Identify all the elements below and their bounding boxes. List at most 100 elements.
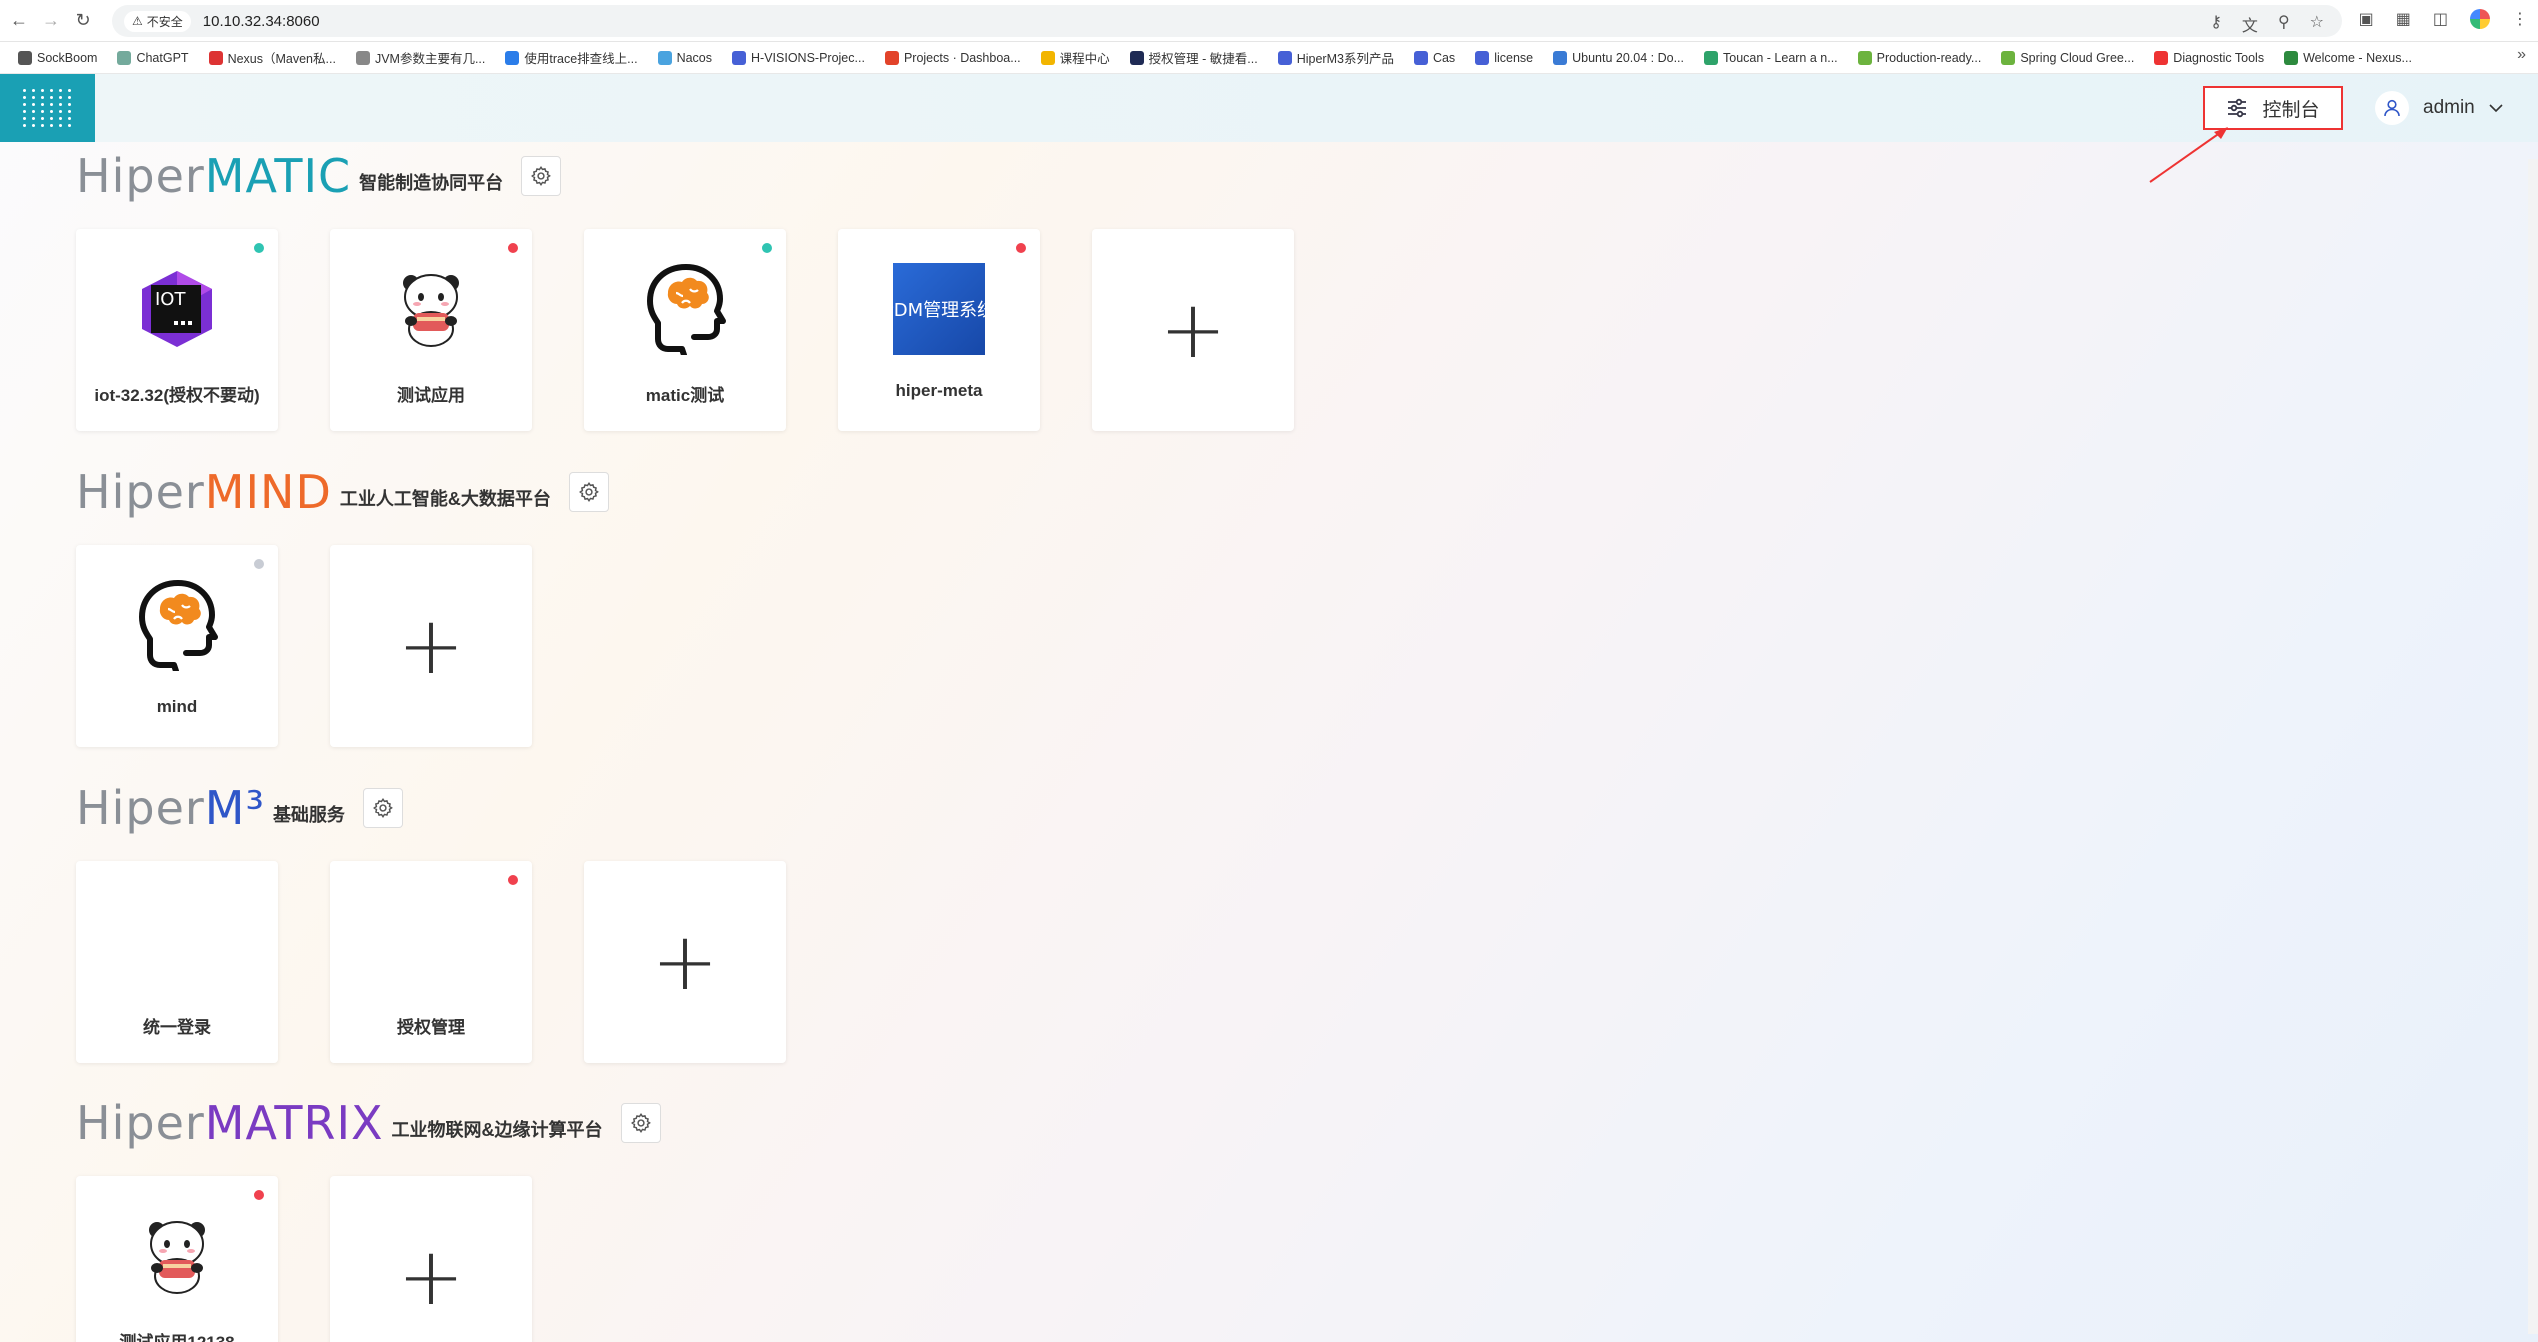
app-icon-area xyxy=(127,891,227,991)
app-card[interactable]: 统一登录 xyxy=(76,861,278,1063)
profile-avatar[interactable] xyxy=(2470,9,2490,29)
bookmark-item[interactable]: Toucan - Learn a n... xyxy=(1694,44,1848,72)
app-card[interactable]: PDM管理系统 hiper-meta xyxy=(838,229,1040,431)
bookmark-item[interactable]: Welcome - Nexus... xyxy=(2274,44,2422,72)
status-dot xyxy=(254,1190,264,1200)
add-app-button[interactable]: + xyxy=(330,1176,532,1342)
annotation-arrow xyxy=(2149,127,2228,183)
pdm-icon: PDM管理系统 xyxy=(883,263,995,355)
bookmark-favicon-icon xyxy=(1704,50,1718,65)
section-settings-button[interactable] xyxy=(620,1103,661,1143)
menu-icon[interactable]: ⋮ xyxy=(2512,9,2528,29)
bookmark-item[interactable]: Cas xyxy=(1404,44,1465,72)
pdm-icon-text: PDM管理系统 xyxy=(882,300,996,321)
section-settings-button[interactable] xyxy=(521,156,562,196)
app-icon-area: IOT xyxy=(127,259,227,359)
extensions-icon[interactable]: ▦ xyxy=(2396,9,2411,29)
app-icon-area: PDM管理系统 xyxy=(883,259,995,359)
bookmark-item[interactable]: Ubuntu 20.04 : Do... xyxy=(1543,44,1694,72)
star-icon[interactable]: ☆ xyxy=(2310,12,2324,36)
add-app-button[interactable]: + xyxy=(584,861,786,1063)
plus-icon: + xyxy=(397,1230,465,1323)
bookmark-item[interactable]: Spring Cloud Gree... xyxy=(1991,44,2144,72)
status-dot xyxy=(254,559,264,569)
screenshot-icon[interactable]: ▣ xyxy=(2359,9,2374,29)
url-text[interactable]: 10.10.32.34:8060 xyxy=(203,13,320,30)
section-subtitle: 智能制造协同平台 xyxy=(359,173,504,193)
bookmark-item[interactable]: 课程中心 xyxy=(1031,44,1120,72)
bookmark-favicon-icon xyxy=(505,50,520,65)
section-header: Hiper MIND 工业人工智能&大数据平台 xyxy=(76,455,609,515)
bookmark-favicon-icon xyxy=(1857,50,1872,65)
security-label: 不安全 xyxy=(146,14,183,29)
app-card[interactable]: 测试应用 xyxy=(330,229,532,431)
app-grid-logo-icon[interactable] xyxy=(0,74,95,142)
app-card-label: mind xyxy=(156,697,198,716)
browser-address-bar: ← → ↻ ⚠ 不安全 10.10.32.34:8060 ⚷ 文 ⚲ ☆ ▣ ▦… xyxy=(0,0,2538,42)
svg-text:IOT: IOT xyxy=(155,289,186,310)
translate-icon[interactable]: 文 xyxy=(2242,12,2258,36)
section-settings-button[interactable] xyxy=(568,472,609,512)
url-field[interactable]: ⚠ 不安全 10.10.32.34:8060 ⚷ 文 ⚲ ☆ xyxy=(112,5,2342,37)
gear-icon xyxy=(531,166,552,187)
bookmark-item[interactable]: Production-ready... xyxy=(1848,44,1992,72)
bookmark-label: 授权管理 - 敏捷看... xyxy=(1148,52,1258,66)
key-icon[interactable]: ⚷ xyxy=(2210,12,2222,36)
section-header: Hiper MATIC 智能制造协同平台 xyxy=(76,139,1294,199)
app-card-list: mind + xyxy=(76,545,609,747)
bookmark-item[interactable]: 授权管理 - 敏捷看... xyxy=(1120,44,1268,72)
app-card[interactable]: IOT iot-32.32(授权不要动) xyxy=(76,229,278,431)
bookmark-favicon-icon xyxy=(1129,50,1144,65)
bookmark-label: Cas xyxy=(1432,50,1456,65)
bookmark-item[interactable]: H-VISIONS-Projec... xyxy=(722,44,875,72)
bookmark-item[interactable]: JVM参数主要有几... xyxy=(346,44,495,72)
bookmark-item[interactable]: SockBoom xyxy=(8,44,107,72)
bookmark-item[interactable]: Projects · Dashboa... xyxy=(875,44,1031,72)
section-subtitle: 工业人工智能&大数据平台 xyxy=(339,489,551,509)
bookmark-label: SockBoom xyxy=(37,50,98,65)
bookmark-label: Production-ready... xyxy=(1876,50,1982,65)
bookmark-label: Diagnostic Tools xyxy=(2173,50,2265,65)
brand-name: MATIC xyxy=(204,149,352,203)
bookmark-item[interactable]: 使用trace排查线上... xyxy=(495,44,647,72)
bookmark-label: 课程中心 xyxy=(1059,52,1110,66)
section-settings-button[interactable] xyxy=(362,788,403,828)
bookmark-item[interactable]: ChatGPT xyxy=(107,44,198,72)
app-card[interactable]: 测试应用12138 xyxy=(76,1176,278,1342)
add-app-button[interactable]: + xyxy=(330,545,532,747)
brain-head-icon xyxy=(139,580,218,671)
back-icon[interactable]: ← xyxy=(6,8,32,34)
section-subtitle: 基础服务 xyxy=(272,805,345,825)
reload-icon[interactable]: ↻ xyxy=(70,8,96,34)
app-card[interactable]: matic测试 xyxy=(584,229,786,431)
bookmark-favicon-icon xyxy=(2284,50,2299,65)
app-card[interactable]: mind xyxy=(76,545,278,747)
plus-icon: + xyxy=(651,915,719,1008)
warning-icon: ⚠ xyxy=(132,14,143,28)
sidepanel-icon[interactable]: ◫ xyxy=(2433,9,2448,29)
bookmark-item[interactable]: Nexus（Maven私... xyxy=(199,44,346,72)
bookmark-item[interactable]: HiperM3系列产品 xyxy=(1268,44,1404,72)
bookmark-label: Nacos xyxy=(676,50,713,65)
bookmark-label: Projects · Dashboa... xyxy=(903,50,1021,65)
bookmark-favicon-icon xyxy=(1040,50,1055,65)
scrollbar[interactable] xyxy=(2528,159,2538,1334)
console-label: 控制台 xyxy=(2262,99,2320,121)
app-card-label: 测试应用 xyxy=(397,386,465,405)
bookmark-label: JVM参数主要有几... xyxy=(374,52,486,66)
add-app-button[interactable]: + xyxy=(1092,229,1294,431)
zoom-icon[interactable]: ⚲ xyxy=(2278,12,2290,36)
app-card-label: 测试应用12138 xyxy=(119,1328,234,1342)
forward-icon[interactable]: → xyxy=(38,8,64,34)
gear-icon xyxy=(372,798,393,819)
bookmark-item[interactable]: Nacos xyxy=(648,44,722,72)
security-chip[interactable]: ⚠ 不安全 xyxy=(124,10,191,32)
bookmark-item[interactable]: Diagnostic Tools xyxy=(2144,44,2274,72)
bookmark-item[interactable]: license xyxy=(1465,44,1543,72)
app-icon-area xyxy=(381,259,481,359)
app-card-label: hiper-meta xyxy=(895,381,983,400)
user-menu-button[interactable]: admin xyxy=(2367,86,2507,130)
bookmarks-more-icon[interactable]: » xyxy=(2517,46,2526,64)
app-card[interactable]: 授权管理 xyxy=(330,861,532,1063)
app-card-label: 授权管理 xyxy=(397,1018,465,1037)
